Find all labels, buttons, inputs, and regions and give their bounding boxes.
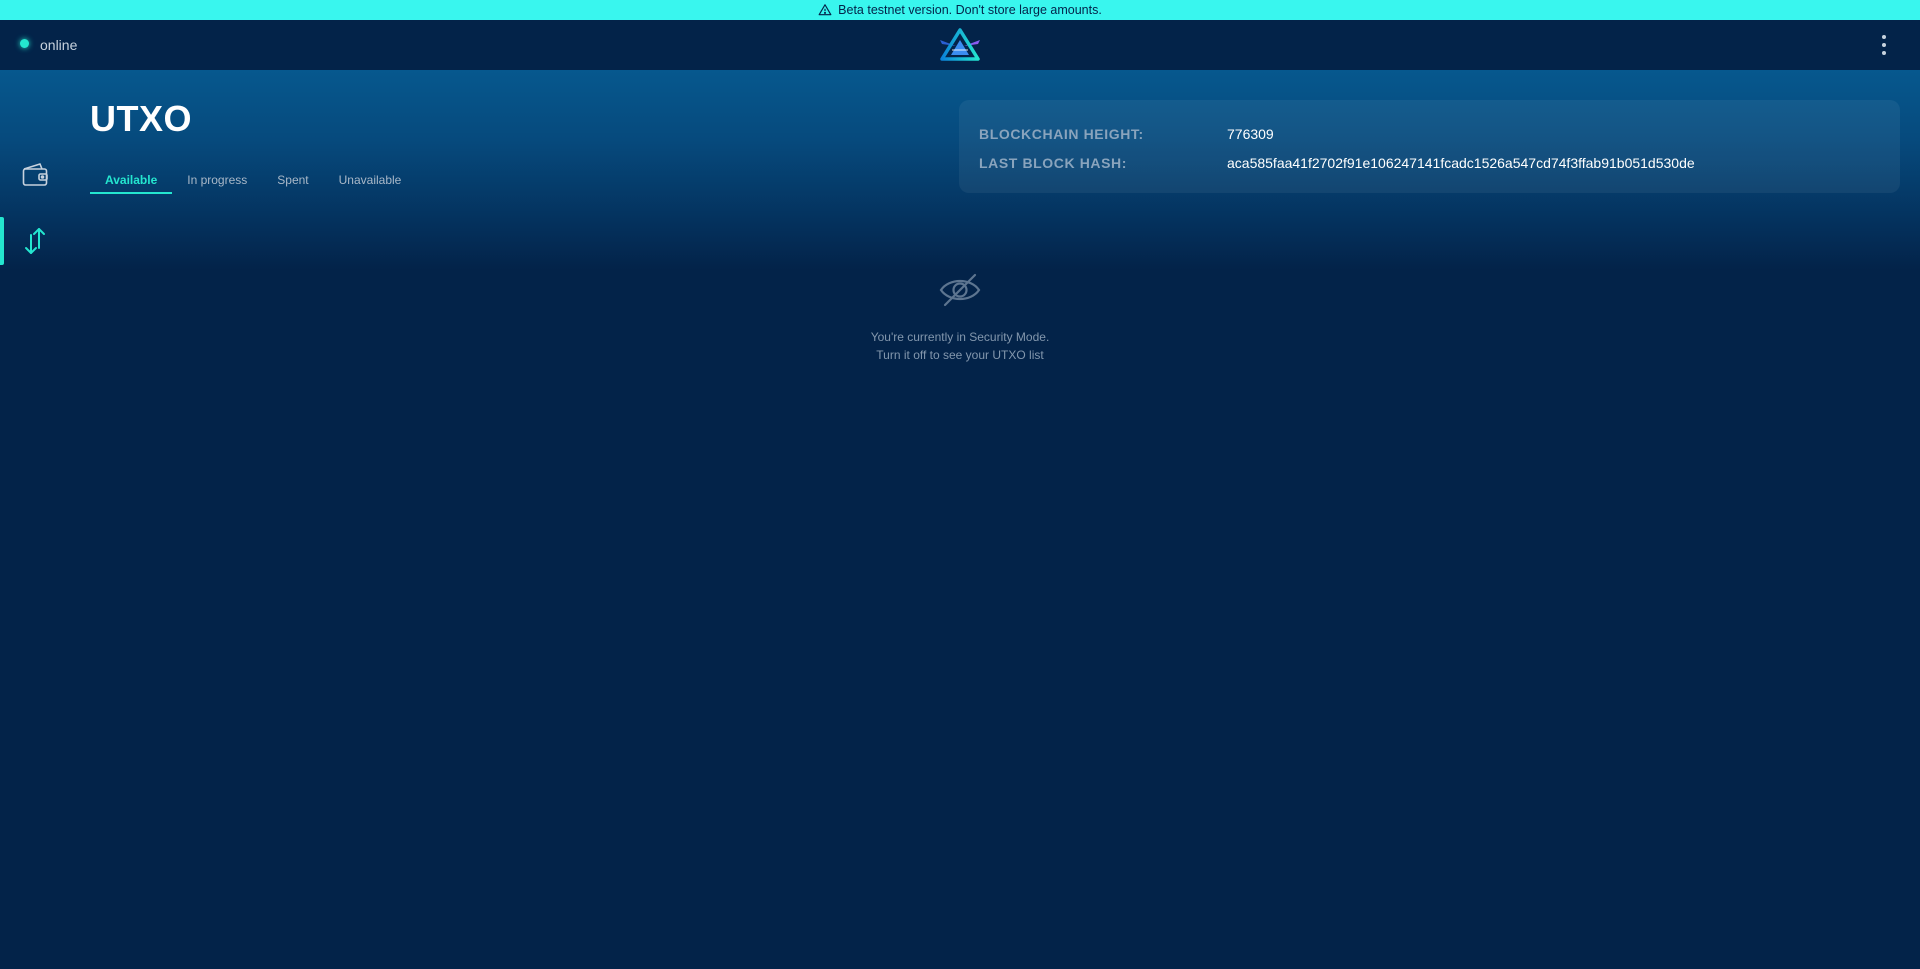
blockchain-height-value: 776309: [1227, 126, 1274, 142]
wallet-icon: [22, 163, 48, 186]
connection-status: online: [20, 20, 77, 70]
menu-dot: [1882, 43, 1886, 47]
security-mode-message: You're currently in Security Mode.: [870, 330, 1050, 344]
sidebar-item-wallet[interactable]: [0, 151, 70, 199]
blockchain-height-row: BLOCKCHAIN HEIGHT: 776309: [979, 124, 1274, 144]
more-menu-button[interactable]: [1874, 30, 1894, 60]
sidebar: [0, 70, 70, 969]
arrows-up-down-icon: [25, 228, 45, 254]
sidebar-item-utxo[interactable]: [0, 217, 70, 265]
menu-dot: [1882, 51, 1886, 55]
content-area: [0, 70, 1920, 969]
status-dot-icon: [20, 38, 29, 48]
tab-spent[interactable]: Spent: [262, 170, 323, 194]
security-mode-empty-state: You're currently in Security Mode. Turn …: [760, 272, 1160, 364]
tab-available[interactable]: Available: [90, 170, 173, 194]
eye-off-icon: [939, 273, 981, 307]
last-block-hash-row: LAST BLOCK HASH: aca585faa41f2702f91e106…: [979, 153, 1695, 173]
security-mode-hint: Turn it off to see your UTXO list: [876, 348, 1044, 362]
blockchain-height-label: BLOCKCHAIN HEIGHT:: [979, 126, 1144, 142]
last-block-hash-value: aca585faa41f2702f91e106247141fcadc1526a5…: [1227, 155, 1695, 171]
tab-unavailable[interactable]: Unavailable: [324, 170, 417, 194]
utxo-tabs: Available In progress Spent Unavailable: [90, 170, 416, 194]
top-bar: online: [0, 20, 1920, 70]
blockchain-info-card: BLOCKCHAIN HEIGHT: 776309 LAST BLOCK HAS…: [959, 100, 1900, 193]
warning-icon: [818, 4, 832, 16]
last-block-hash-label: LAST BLOCK HASH:: [979, 155, 1128, 171]
testnet-warning-banner: Beta testnet version. Don't store large …: [0, 0, 1920, 20]
banner-text: Beta testnet version. Don't store large …: [838, 3, 1102, 17]
tab-in-progress[interactable]: In progress: [172, 170, 262, 194]
status-label: online: [40, 37, 78, 53]
page-title: UTXO: [90, 98, 193, 139]
more-vertical-icon: [1882, 35, 1886, 39]
beam-logo-icon: [940, 28, 980, 61]
